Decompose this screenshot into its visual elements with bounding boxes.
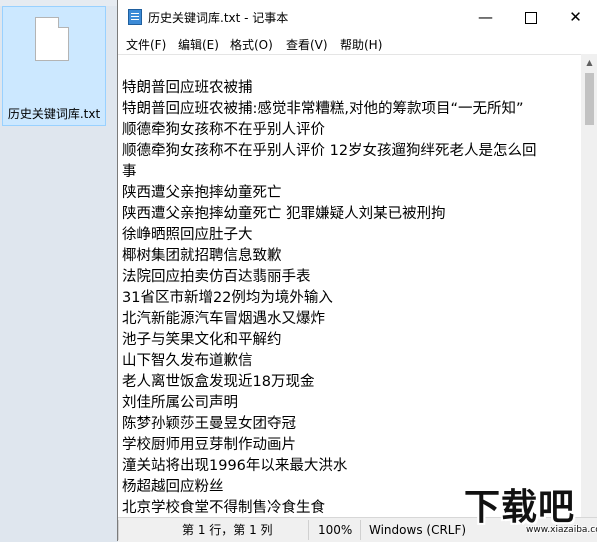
maximize-button[interactable] xyxy=(508,0,553,34)
menu-view[interactable]: 查看(V) xyxy=(286,36,328,53)
scrollbar-thumb[interactable] xyxy=(585,73,594,125)
text-line: 潼关站将出现1996年以来最大洪水 xyxy=(122,458,348,474)
text-line: 特朗普回应班农被捕 xyxy=(122,80,253,96)
text-line: 刘佳所属公司声明 xyxy=(122,395,238,411)
zoom-level: 100% xyxy=(318,523,353,537)
text-content: 特朗普回应班农被捕特朗普回应班农被捕:感觉非常糟糕,对他的筹款项目“一无所知” 顺… xyxy=(122,78,581,518)
notepad-icon xyxy=(128,9,142,25)
cursor-position: 第 1 行，第 1 列 xyxy=(182,523,273,537)
minimize-button[interactable]: — xyxy=(463,0,508,34)
close-button[interactable]: ✕ xyxy=(553,0,597,34)
text-line: 法院回应拍卖仿百达翡丽手表 xyxy=(122,269,311,285)
menu-edit[interactable]: 编辑(E) xyxy=(178,36,219,53)
line-ending: Windows (CRLF) xyxy=(369,523,467,537)
text-line: 陕西遭父亲抱摔幼童死亡 xyxy=(122,185,282,201)
window-title: 历史关键词库.txt - 记事本 xyxy=(148,11,289,25)
text-line: 特朗普回应班农被捕:感觉非常糟糕,对他的筹款项目“一无所知” xyxy=(122,101,524,117)
vertical-scrollbar[interactable]: ▲ xyxy=(581,54,597,517)
scroll-up-icon[interactable]: ▲ xyxy=(581,54,597,71)
watermark-url: www.xiazaiba.com xyxy=(526,525,597,535)
text-line: 徐峥晒照回应肚子大 xyxy=(122,227,253,243)
status-separator xyxy=(360,520,361,540)
text-line: 事 xyxy=(122,164,137,180)
site-watermark: 下载吧 www.xiazaiba.com xyxy=(460,478,597,538)
text-line: 陈梦孙颖莎王曼昱女团夺冠 xyxy=(122,416,296,432)
text-line: 椰树集团就招聘信息致歉 xyxy=(122,248,282,264)
menu-file[interactable]: 文件(F) xyxy=(126,36,166,53)
desktop-file-label: 历史关键词库.txt xyxy=(7,107,101,121)
status-separator xyxy=(118,520,119,540)
watermark-text: 下载吧 xyxy=(464,487,576,528)
text-line: 顺德牵狗女孩称不在乎别人评价 xyxy=(122,122,325,138)
text-editor[interactable]: 特朗普回应班农被捕特朗普回应班农被捕:感觉非常糟糕,对他的筹款项目“一无所知” 顺… xyxy=(118,54,581,518)
text-line: 陕西遭父亲抱摔幼童死亡 犯罪嫌疑人刘某已被刑拘 xyxy=(122,206,446,222)
text-line: 山下智久发布道歉信 xyxy=(122,353,253,369)
text-line: 学校厨师用豆芽制作动画片 xyxy=(122,437,296,453)
menu-format[interactable]: 格式(O) xyxy=(230,36,273,53)
text-line: 北汽新能源汽车冒烟遇水又爆炸 xyxy=(122,311,325,327)
menu-help[interactable]: 帮助(H) xyxy=(340,36,382,53)
notepad-window: 历史关键词库.txt - 记事本 — ✕ 文件(F) 编辑(E) 格式(O) 查… xyxy=(117,0,597,542)
maximize-icon xyxy=(525,12,537,24)
text-line: 31省区市新增22例均为境外输入 xyxy=(122,290,333,306)
status-separator xyxy=(308,520,309,540)
title-bar[interactable]: 历史关键词库.txt - 记事本 — ✕ xyxy=(118,0,597,34)
text-line: 顺德牵狗女孩称不在乎别人评价 12岁女孩遛狗绊死老人是怎么回 xyxy=(122,143,537,159)
menu-bar: 文件(F) 编辑(E) 格式(O) 查看(V) 帮助(H) xyxy=(118,34,597,54)
text-line: 老人离世饭盒发现近18万现金 xyxy=(122,374,315,390)
desktop-file-icon[interactable]: 历史关键词库.txt xyxy=(2,6,106,126)
text-line: 池子与笑果文化和平解约 xyxy=(122,332,282,348)
text-file-icon xyxy=(35,17,69,61)
